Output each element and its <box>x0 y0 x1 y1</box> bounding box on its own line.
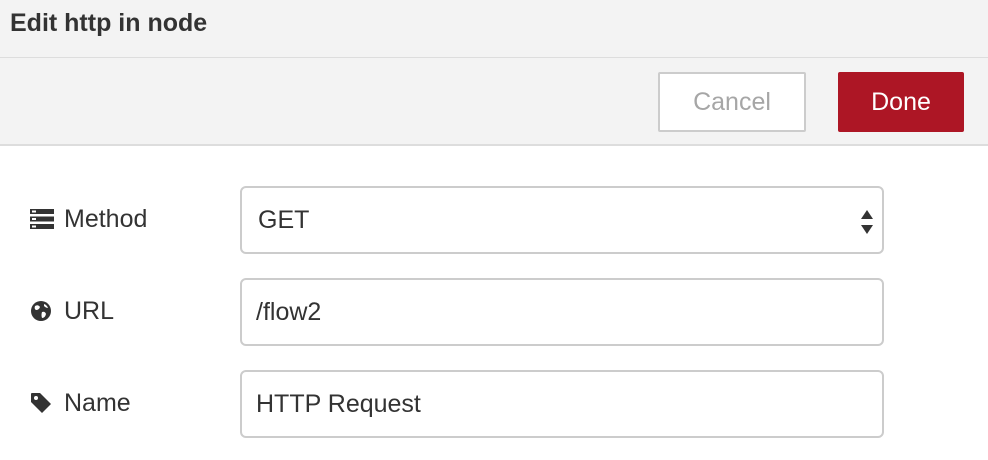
url-input[interactable]: /flow2 <box>240 278 884 346</box>
url-label: URL <box>64 296 115 325</box>
url-label-row: URL <box>30 296 114 326</box>
tasks-icon <box>30 206 56 232</box>
tag-icon <box>30 390 56 416</box>
url-input-value: /flow2 <box>256 297 322 326</box>
method-select[interactable]: GET <box>240 186 884 254</box>
done-button[interactable]: Done <box>838 72 964 132</box>
method-select-value: GET <box>258 205 310 234</box>
dialog-title: Edit http in node <box>10 9 208 37</box>
method-label-row: Method <box>30 204 147 234</box>
name-input-value: HTTP Request <box>256 389 421 418</box>
name-label-row: Name <box>30 388 131 418</box>
method-label: Method <box>64 204 148 233</box>
cancel-button[interactable]: Cancel <box>658 72 806 132</box>
select-arrows-icon <box>861 210 873 234</box>
name-label: Name <box>64 388 131 417</box>
dialog-titlebar: Edit http in node <box>0 0 988 58</box>
globe-icon <box>30 298 56 324</box>
name-input[interactable]: HTTP Request <box>240 370 884 438</box>
dialog-toolbar: Cancel Done <box>0 58 988 146</box>
node-edit-form: Method GET URL /flow2 Name HTTP Request <box>0 146 988 460</box>
